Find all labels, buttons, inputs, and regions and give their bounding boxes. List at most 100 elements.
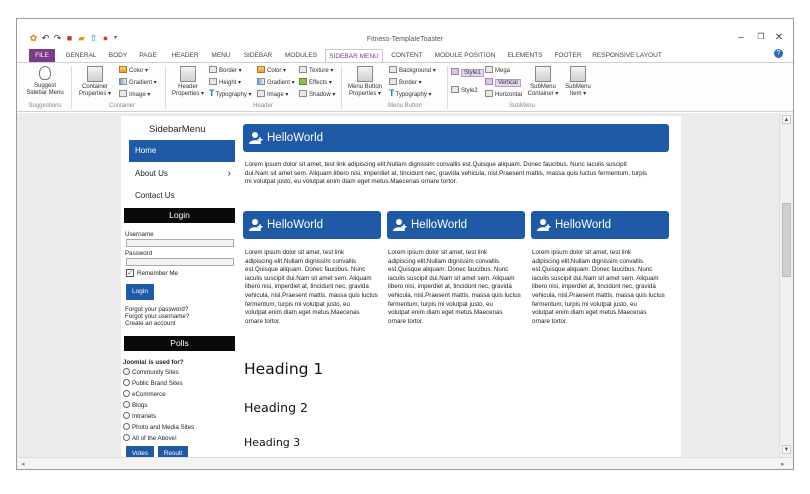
header-border-button[interactable]: Border ▾ — [209, 66, 242, 75]
header-texture-button[interactable]: Texture ▾ — [299, 66, 333, 75]
container-gradient-button[interactable]: Gradient ▾ — [119, 78, 157, 87]
color-label: Color ▾ — [129, 68, 149, 74]
page-preview: SidebarMenu Home About Us › Contact Us Lo… — [121, 116, 681, 457]
radio-button[interactable] — [123, 390, 130, 397]
poll-option[interactable]: All of the Above! — [123, 434, 177, 442]
paragraph-line: Lorem ipsum dolor sit amet, test link ad… — [245, 161, 627, 168]
remember-me-checkbox[interactable]: ✓ — [126, 269, 134, 277]
tab-responsive-layout[interactable]: RESPONSIVE LAYOUT — [589, 49, 665, 62]
group-label-menu-button: Menu Button — [387, 103, 423, 109]
password-label: Password — [125, 250, 153, 257]
user-add-icon — [393, 219, 407, 231]
poll-option[interactable]: eCommerce — [123, 390, 166, 398]
poll-option[interactable]: Blogs — [123, 401, 147, 409]
menu-button-border-button[interactable]: Border ▾ — [389, 78, 422, 87]
create-account-link[interactable]: Create an account — [125, 320, 176, 327]
submenu-container-button[interactable]: SubMenu Container ▾ — [525, 66, 561, 98]
tab-modules[interactable]: MODULES — [281, 49, 321, 62]
tab-file[interactable]: FILE — [29, 49, 55, 62]
tab-module-position[interactable]: MODULE POSITION — [431, 49, 499, 62]
submenu-item-button[interactable]: SubMenu Item ▾ — [563, 66, 593, 98]
header-shadow-button[interactable]: Shadow ▾ — [299, 90, 335, 99]
header-color-button[interactable]: Color ▾ — [257, 66, 286, 75]
scroll-right-icon[interactable]: ▸ — [781, 460, 785, 468]
ribbon-separator — [165, 66, 166, 109]
result-button[interactable]: Result — [158, 446, 188, 457]
login-button[interactable]: Login — [126, 284, 154, 300]
submenu-item-label: SubMenu — [565, 84, 591, 90]
mega-button[interactable]: Mega — [485, 66, 510, 75]
header-effects-button[interactable]: Effects ▾ — [299, 78, 332, 87]
header-gradient-button[interactable]: Gradient ▾ — [257, 78, 295, 87]
sidebar-menu-item-home[interactable]: Home — [129, 140, 235, 162]
minimize-button[interactable]: – — [735, 32, 747, 43]
tab-sidebar[interactable]: SIDEBAR — [239, 49, 277, 62]
scrollbar-thumb[interactable] — [782, 203, 791, 277]
container-props-label-2: Properties ▾ — [78, 91, 112, 97]
style2-button[interactable]: Style2 — [451, 86, 478, 95]
tab-page[interactable]: PAGE — [135, 49, 161, 62]
menu-button-typography-button[interactable]: TTypography ▾ — [389, 89, 432, 99]
texture-icon — [299, 66, 307, 73]
poll-option[interactable]: Community Sites — [123, 368, 179, 376]
paragraph-line: libero nisi, imperdiet at, tincidunt nec… — [532, 283, 656, 291]
tab-body[interactable]: BODY — [105, 49, 131, 62]
tab-sidebar-menu[interactable]: SIDEBAR MENU — [325, 49, 383, 63]
suggest-sidebar-menu-button[interactable]: Suggest Sidebar Menu — [23, 66, 67, 97]
vertical-button[interactable]: Vertical — [485, 78, 521, 87]
column-paragraph-2: Lorem ipsum dolor sit amet, test link ad… — [388, 249, 530, 326]
help-icon[interactable]: ? — [774, 49, 783, 58]
forgot-password-link[interactable]: Forgot your password? — [125, 306, 188, 313]
tab-footer[interactable]: FOOTER — [551, 49, 585, 62]
scroll-up-icon[interactable]: ▲ — [782, 115, 791, 124]
tab-general[interactable]: GENERAL — [61, 49, 101, 62]
username-input[interactable] — [126, 239, 234, 247]
header-typography-button[interactable]: TTypography ▾ — [209, 89, 252, 99]
container-properties-button[interactable]: Container Properties ▾ — [75, 66, 115, 98]
ribbon-separator — [447, 66, 448, 109]
radio-button[interactable] — [123, 423, 130, 430]
poll-option[interactable]: Photo and Media Sites — [123, 423, 194, 431]
typography-label: Typography ▾ — [395, 92, 432, 98]
header-height-button[interactable]: Height ▾ — [209, 78, 241, 87]
restore-button[interactable]: ❐ — [755, 32, 767, 41]
horizontal-label: Horizontal — [495, 92, 523, 98]
paragraph-line: ornare tortor. — [532, 317, 568, 325]
menu-button-background-button[interactable]: Background ▾ — [389, 66, 436, 75]
scroll-left-icon[interactable]: ◂ — [21, 460, 25, 468]
radio-button[interactable] — [123, 379, 130, 386]
radio-button[interactable] — [123, 401, 130, 408]
tab-content[interactable]: CONTENT — [387, 49, 427, 62]
radio-button[interactable] — [123, 434, 130, 441]
container-color-button[interactable]: Color ▾ — [119, 66, 148, 75]
radio-button[interactable] — [123, 412, 130, 419]
sidebar-menu-title: SidebarMenu — [149, 124, 206, 135]
header-properties-button[interactable]: Header Properties ▾ — [169, 66, 207, 98]
tab-menu[interactable]: MENU — [207, 49, 235, 62]
sidebar-menu-item-contact-us[interactable]: Contact Us — [129, 185, 235, 207]
paragraph-line: ornare tortor. — [245, 317, 281, 325]
menu-button-properties-button[interactable]: Menu Button Properties ▾ — [343, 66, 387, 98]
tab-header[interactable]: HEADER — [167, 49, 203, 62]
poll-option[interactable]: Public Brand Sites — [123, 379, 183, 387]
image-label: Image ▾ — [129, 92, 151, 98]
forgot-username-link[interactable]: Forgot your username? — [125, 313, 189, 320]
scroll-down-icon[interactable]: ▼ — [782, 445, 791, 454]
password-input[interactable] — [126, 258, 234, 266]
vote-button[interactable]: Votes — [126, 446, 154, 457]
container-image-button[interactable]: Image ▾ — [119, 90, 150, 99]
radio-button[interactable] — [123, 368, 130, 375]
horizontal-scrollbar[interactable]: ◂ ▸ — [17, 457, 793, 469]
paragraph-line: Lorem ipsum dolor sit amet, test link — [245, 249, 345, 256]
style1-button[interactable]: Style1 — [451, 68, 484, 77]
sidebar-menu-item-about-us[interactable]: About Us › — [129, 163, 235, 185]
poll-option[interactable]: Intranets — [123, 412, 156, 420]
horizontal-button[interactable]: Horizontal — [485, 90, 522, 99]
paragraph-line: dui.Nam sit amet sem. Aliquam libero nis… — [245, 169, 648, 177]
height-icon — [209, 78, 217, 85]
header-image-button[interactable]: Image ▾ — [257, 90, 288, 99]
hello-world-header-col-3: HelloWorld — [531, 211, 669, 239]
vertical-scrollbar[interactable]: ▲ ▼ — [779, 113, 793, 457]
tab-elements[interactable]: ELEMENTS — [503, 49, 547, 62]
close-button[interactable]: ✕ — [773, 32, 785, 43]
